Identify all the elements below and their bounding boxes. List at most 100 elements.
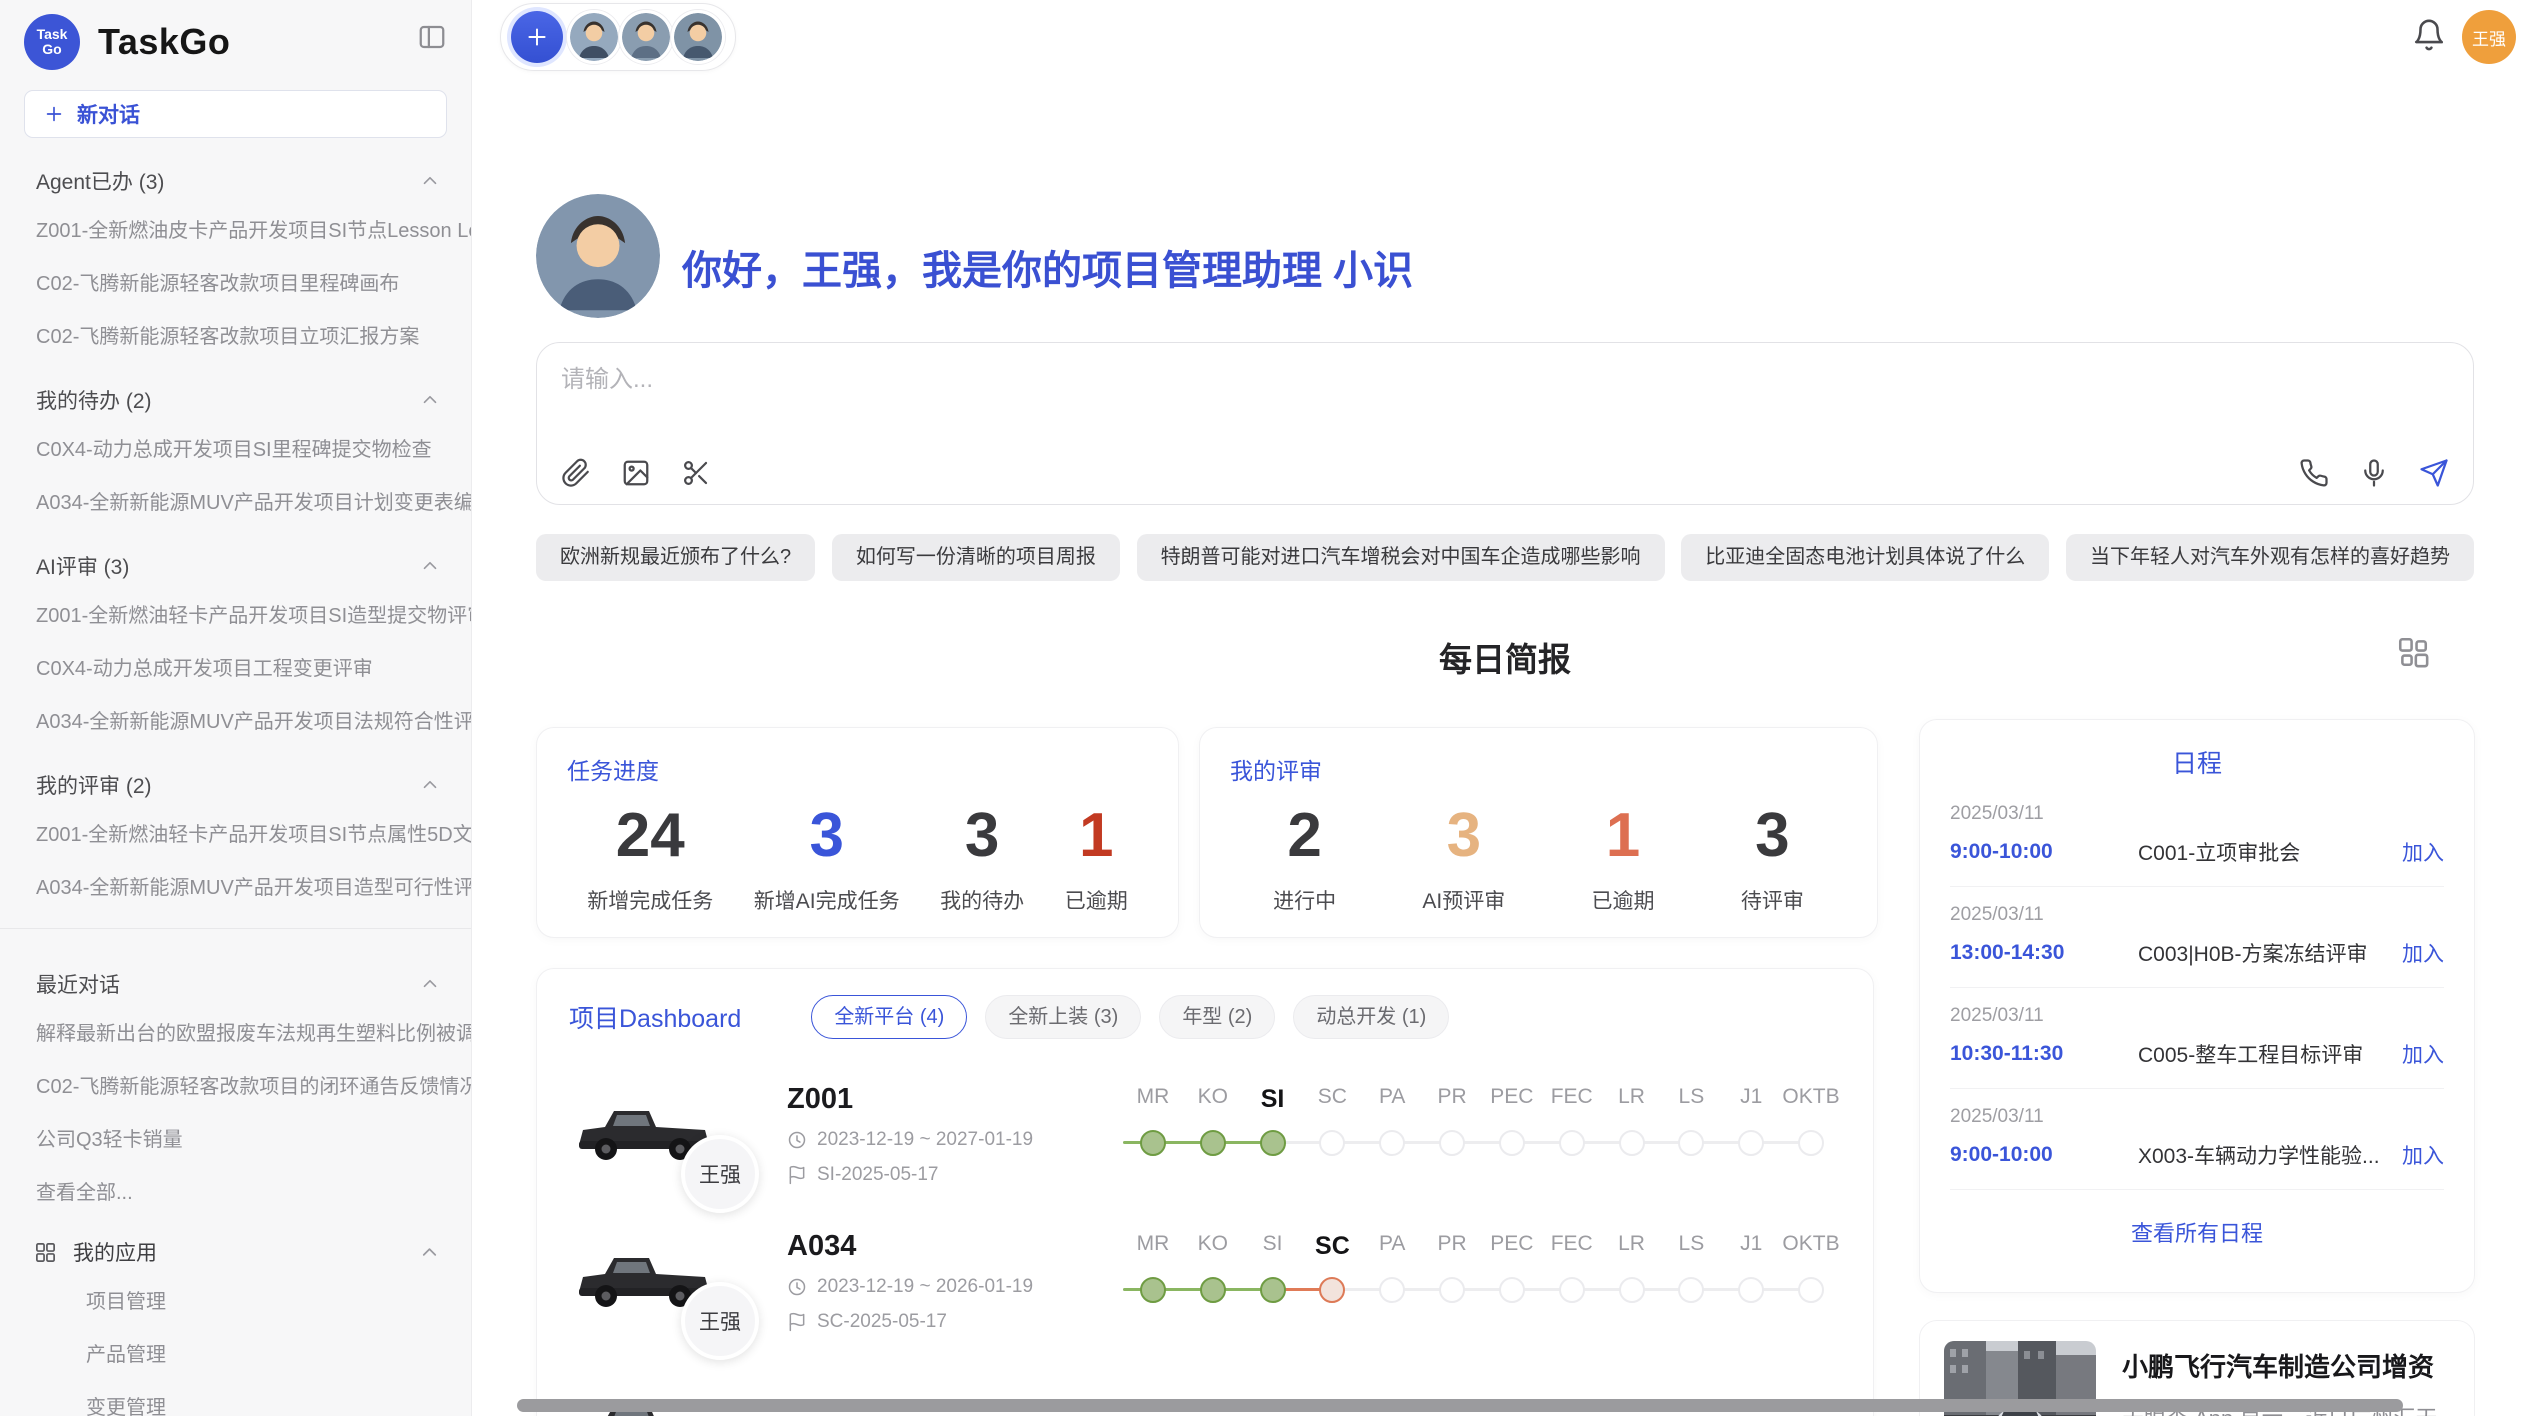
layout-switch-button[interactable]	[2396, 635, 2430, 669]
chat-input[interactable]	[561, 359, 2449, 433]
milestone-dot	[1140, 1130, 1166, 1156]
sidebar-group-header[interactable]: 我的评审 (2)	[0, 746, 471, 806]
join-meeting-link[interactable]: 加入	[2402, 1140, 2444, 1170]
milestone-dot	[1319, 1277, 1345, 1303]
project-info: A034 2023-12-19 ~ 2026-01-19 SC-2025-05-…	[787, 1230, 1087, 1333]
sidebar-group-header[interactable]: 我的待办 (2)	[0, 361, 471, 421]
dashboard-tab[interactable]: 动总开发 (1)	[1293, 995, 1449, 1039]
stats-card-title: 我的评审	[1230, 752, 1847, 786]
dashboard-tab[interactable]: 全新平台 (4)	[811, 995, 967, 1039]
milestone-label: KO	[1183, 1085, 1243, 1114]
app-item[interactable]: 项目管理	[0, 1273, 471, 1326]
chevron-up-icon	[418, 1241, 441, 1264]
suggestion-chip[interactable]: 比亚迪全固态电池计划具体说了什么	[1681, 534, 2049, 581]
sidebar-group-header[interactable]: Agent已办 (3)	[0, 142, 471, 202]
voice-call-button[interactable]	[2299, 458, 2329, 488]
agent-avatar-2[interactable]	[619, 10, 673, 64]
dashboard-tab[interactable]: 全新上装 (3)	[985, 995, 1141, 1039]
input-action-icons	[2299, 458, 2449, 488]
sidebar-item[interactable]: Z001-全新燃油皮卡产品开发项目SI节点Lesson Learn报告	[0, 202, 471, 255]
project-row[interactable]: 王强 A034 2023-12-19 ~ 2026-01-19 SC-2025-…	[569, 1230, 1841, 1333]
image-icon	[621, 458, 651, 488]
sidebar-group-header-recent[interactable]: 最近对话	[0, 945, 471, 1005]
schedule-event-title: X003-车辆动力学性能验...	[2138, 1140, 2402, 1170]
greeting-text: 你好，王强，我是你的项目管理助理 小识	[682, 238, 1413, 296]
milestone-dot	[1738, 1277, 1764, 1303]
suggestion-chip[interactable]: 欧洲新规最近颁布了什么?	[536, 534, 815, 581]
section-title: 我的应用	[73, 1237, 157, 1267]
sidebar-item[interactable]: A034-全新新能源MUV产品开发项目计划变更表编写	[0, 474, 471, 527]
add-agent-button[interactable]	[511, 11, 563, 63]
recent-chat-item[interactable]: 公司Q3轻卡销量	[0, 1111, 471, 1164]
stat: 3 我的待办	[940, 800, 1024, 915]
mic-button[interactable]	[2359, 458, 2389, 488]
send-icon	[2419, 458, 2449, 488]
dashboard-title: 项目Dashboard	[569, 999, 741, 1035]
milestone-dot	[1619, 1130, 1645, 1156]
app-item[interactable]: 产品管理	[0, 1326, 471, 1379]
stats-row: 任务进度 24 新增完成任务 3 新增AI完成任务 3 我的待办 1 已逾期 我…	[536, 727, 1878, 938]
attach-button[interactable]	[561, 458, 591, 488]
stat-value: 1	[1065, 800, 1128, 871]
suggestion-chip[interactable]: 如何写一份清晰的项目周报	[832, 534, 1120, 581]
user-avatar[interactable]: 王强	[2462, 10, 2516, 64]
join-meeting-link[interactable]: 加入	[2402, 1039, 2444, 1069]
milestone-label: MR	[1123, 1085, 1183, 1114]
new-chat-button[interactable]: 新对话	[24, 90, 447, 138]
stat-label: 待评审	[1741, 885, 1804, 915]
suggestion-chip[interactable]: 特朗普可能对进口汽车增税会对中国车企造成哪些影响	[1137, 534, 1665, 581]
sidebar-item[interactable]: C02-飞腾新能源轻客改款项目里程碑画布	[0, 255, 471, 308]
recent-chat-item[interactable]: 解释最新出台的欧盟报废车法规再生塑料比例被调至15%...	[0, 1005, 471, 1058]
join-meeting-link[interactable]: 加入	[2402, 837, 2444, 867]
dashboard-tab[interactable]: 年型 (2)	[1159, 995, 1275, 1039]
stat-value: 2	[1273, 800, 1336, 871]
milestone-dot	[1559, 1277, 1585, 1303]
schedule-entry: 2025/03/11 13:00-14:30 C003|H0B-方案冻结评审 加…	[1950, 887, 2444, 988]
collapse-sidebar-button[interactable]	[417, 22, 447, 52]
sidebar-group-header[interactable]: AI评审 (3)	[0, 527, 471, 587]
agent-avatar-1[interactable]	[567, 10, 621, 64]
app-item[interactable]: 变更管理	[0, 1379, 471, 1416]
sidebar-item[interactable]: Z001-全新燃油轻卡产品开发项目SI造型提交物评审	[0, 587, 471, 640]
paperclip-icon	[561, 458, 591, 488]
sidebar-item[interactable]: C0X4-动力总成开发项目SI里程碑提交物检查	[0, 421, 471, 474]
sidebar-section-apps[interactable]: 我的应用	[0, 1217, 471, 1273]
sidebar-item[interactable]: C0X4-动力总成开发项目工程变更评审	[0, 640, 471, 693]
milestone-dot	[1319, 1130, 1345, 1156]
sidebar-item[interactable]: Z001-全新燃油轻卡产品开发项目SI节点属性5D文件评审	[0, 806, 471, 859]
schedule-time: 9:00-10:00	[1950, 1143, 2138, 1167]
microphone-icon	[2359, 458, 2389, 488]
flag-label: SI-2025-05-17	[817, 1164, 938, 1186]
stats-card: 我的评审 2 进行中 3 AI预评审 1 已逾期 3 待评审	[1199, 727, 1878, 938]
milestone-label: FEC	[1542, 1085, 1602, 1114]
suggestion-chip[interactable]: 当下年轻人对汽车外观有怎样的喜好趋势	[2066, 534, 2474, 581]
agent-avatar-3[interactable]	[671, 10, 725, 64]
send-button[interactable]	[2419, 458, 2449, 488]
app-title: TaskGo	[98, 21, 230, 63]
milestone-label: LS	[1661, 1232, 1721, 1261]
sidebar-item[interactable]: A034-全新新能源MUV产品开发项目造型可行性评审	[0, 859, 471, 912]
person-avatar-illustration	[622, 13, 670, 61]
project-dashboard-card: 项目Dashboard 全新平台 (4) 全新上装 (3) 年型 (2) 动总开发 (…	[536, 968, 1874, 1416]
view-all-schedule-link[interactable]: 查看所有日程	[1950, 1216, 2444, 1248]
recent-chat-item[interactable]: 查看全部...	[0, 1164, 471, 1217]
stat: 3 待评审	[1741, 800, 1804, 915]
chevron-up-icon	[419, 774, 441, 796]
sidebar-item[interactable]: C02-飞腾新能源轻客改款项目立项汇报方案	[0, 308, 471, 361]
clock-icon	[787, 1130, 807, 1150]
clock-icon	[787, 1277, 807, 1297]
screenshot-button[interactable]	[681, 458, 711, 488]
milestone-label: PEC	[1482, 1232, 1542, 1261]
sidebar-item[interactable]: A034-全新新能源MUV产品开发项目法规符合性评审	[0, 693, 471, 746]
image-upload-button[interactable]	[621, 458, 651, 488]
notification-bell-icon[interactable]	[2412, 18, 2446, 52]
panel-collapse-icon	[417, 22, 447, 52]
milestone-label: OKTB	[1781, 1232, 1841, 1261]
horizontal-scrollbar[interactable]	[517, 1399, 2403, 1412]
plus-icon	[524, 24, 550, 50]
date-range: 2023-12-19 ~ 2026-01-19	[817, 1276, 1033, 1298]
project-row[interactable]: 王强 Z001 2023-12-19 ~ 2027-01-19 SI-2025-…	[569, 1083, 1841, 1186]
group-title: 我的待办 (2)	[36, 385, 152, 415]
join-meeting-link[interactable]: 加入	[2402, 938, 2444, 968]
recent-chat-item[interactable]: C02-飞腾新能源轻客改款项目的闭环通告反馈情况	[0, 1058, 471, 1111]
